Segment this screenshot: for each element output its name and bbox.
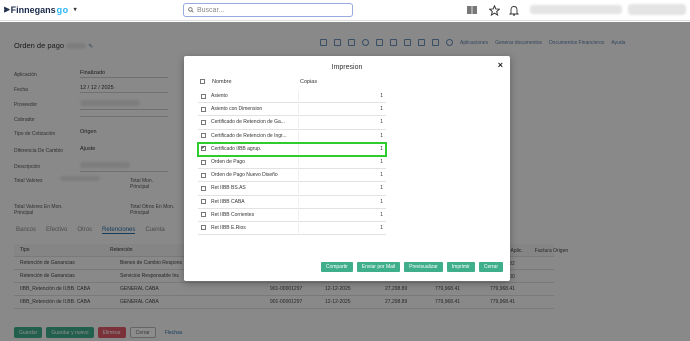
top-bar: ⫸ Finnegans GO ▾ Buscar...	[0, 0, 690, 21]
brand-name: Finnegans	[10, 4, 56, 15]
header-copias: Copias	[300, 79, 318, 85]
preview-button[interactable]: Previsualizar	[404, 262, 443, 272]
list-item[interactable]: Certificado de Retencion de Ingr... 1	[198, 130, 386, 143]
item-name: Asiento	[211, 93, 228, 100]
search-icon	[188, 7, 194, 13]
send-mail-button[interactable]: Enviar por Mail	[356, 262, 401, 272]
item-name: Certificado de Retencion de Ingr...	[211, 132, 287, 139]
company-redacted[interactable]	[628, 4, 686, 15]
search-placeholder: Buscar...	[197, 6, 225, 14]
item-checkbox[interactable]	[201, 106, 206, 112]
item-name: Ret IIBB E.Rios	[211, 224, 246, 231]
item-checkbox[interactable]	[201, 225, 206, 231]
item-checkbox[interactable]	[201, 133, 206, 139]
item-copies[interactable]: 1	[298, 91, 386, 102]
item-name: Ret IIBB CABA	[211, 198, 245, 205]
print-format-list: Asiento 1 Asiento con Dimension 1 Certific…	[197, 90, 387, 236]
list-item-selected[interactable]: ✔ Certificado IIBB agrup. 1	[197, 141, 387, 157]
print-dialog: Impresion × Nombre Copias Asiento 1 Asien…	[184, 56, 510, 281]
item-name: Orden de Pago	[211, 159, 245, 166]
share-button[interactable]: Compartir	[320, 262, 353, 272]
close-icon[interactable]: ×	[498, 60, 503, 70]
close-button[interactable]: Cerrar	[478, 262, 503, 272]
item-copies[interactable]: 1	[298, 222, 386, 234]
item-copies[interactable]: 1	[298, 156, 386, 168]
item-checkbox[interactable]	[201, 172, 206, 178]
list-item[interactable]: Ret IIBB CABA 1	[198, 196, 386, 209]
item-name: Orden de Pago Nuevo Diseño	[211, 172, 278, 179]
list-item[interactable]: Asiento 1	[198, 90, 386, 104]
item-name: Certificado de Retencion de Ga...	[211, 119, 285, 126]
star-icon[interactable]	[489, 5, 500, 16]
brand-logo[interactable]: ⫸ Finnegans GO ▾	[4, 4, 77, 15]
item-name: Asiento con Dimension	[211, 106, 263, 113]
item-copies[interactable]: 1	[298, 170, 386, 181]
list-item[interactable]: Ret IIBB Corrientes 1	[198, 209, 386, 222]
item-checkbox[interactable]	[201, 93, 206, 99]
brand-name-accent: GO	[56, 4, 69, 15]
dialog-title: Impresion	[331, 64, 363, 71]
select-all-checkbox[interactable]	[200, 79, 205, 84]
item-name: Ret IIBB Corrientes	[211, 211, 255, 218]
brand-mark-icon: ⫸	[4, 4, 10, 15]
header-nombre: Nombre	[212, 79, 232, 85]
item-name: Ret IIBB BS.AS	[211, 185, 246, 192]
book-icon[interactable]	[466, 5, 478, 15]
search-input[interactable]: Buscar...	[183, 3, 353, 17]
item-checkbox-checked[interactable]: ✔	[201, 146, 206, 152]
chevron-down-icon[interactable]: ▾	[74, 6, 77, 13]
item-copies[interactable]: 1	[298, 104, 386, 115]
list-item[interactable]: Ret IIBB BS.AS 1	[198, 182, 386, 196]
bell-icon[interactable]	[509, 5, 519, 16]
list-item[interactable]: Ret IIBB E.Rios 1	[198, 222, 386, 236]
user-name-redacted[interactable]	[530, 5, 622, 14]
item-copies[interactable]: 1	[298, 209, 386, 220]
item-checkbox[interactable]	[201, 212, 206, 218]
item-copies[interactable]: 1	[298, 130, 386, 141]
item-checkbox[interactable]	[201, 159, 206, 165]
list-item[interactable]: Orden de Pago Nuevo Diseño 1	[198, 169, 386, 183]
item-copies[interactable]: 1	[298, 143, 386, 154]
item-name: Certificado IIBB agrup.	[211, 145, 262, 152]
item-copies[interactable]: 1	[298, 183, 386, 194]
list-item[interactable]: Orden de Pago 1	[198, 156, 386, 170]
list-item[interactable]: Asiento con Dimension 1	[198, 103, 386, 117]
print-button[interactable]: Imprimir	[446, 262, 475, 272]
dialog-actions: Compartir Enviar por Mail Previsualizar …	[320, 262, 503, 272]
item-copies[interactable]: 1	[298, 196, 386, 207]
item-copies[interactable]: 1	[298, 117, 386, 128]
item-checkbox[interactable]	[201, 199, 206, 205]
item-checkbox[interactable]	[201, 185, 206, 191]
list-item[interactable]: Certificado de Retencion de Ga... 1	[198, 116, 386, 130]
item-checkbox[interactable]	[201, 119, 206, 125]
